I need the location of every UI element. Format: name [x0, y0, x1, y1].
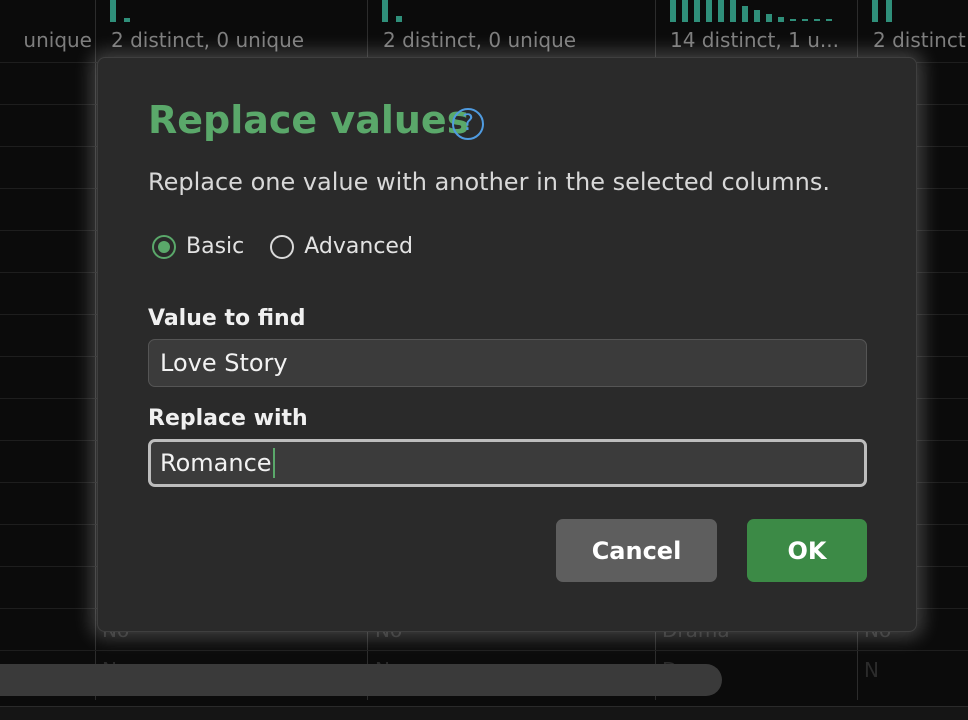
histogram-bar	[814, 19, 820, 21]
table-cell: N	[864, 658, 879, 682]
histogram-bar	[706, 0, 712, 22]
text-caret	[272, 448, 275, 478]
histogram-bar	[790, 19, 796, 21]
status-bar	[0, 706, 968, 720]
mode-radio-group: Basic Advanced	[152, 234, 439, 259]
histogram-bar	[124, 18, 130, 22]
histogram-bar	[872, 0, 878, 22]
histogram-bar	[802, 19, 808, 21]
column-histogram	[110, 0, 140, 22]
column-histogram	[382, 0, 412, 22]
replace-with-label: Replace with	[148, 406, 308, 431]
column-stat: unique	[23, 28, 92, 52]
ok-button[interactable]: OK	[747, 519, 867, 582]
histogram-bar	[778, 17, 784, 22]
column-stat: 2 distinct, 0 unique	[111, 28, 305, 52]
radio-basic[interactable]	[152, 234, 176, 259]
value-to-find-input[interactable]: Love Story	[148, 339, 867, 387]
histogram-bar	[826, 19, 832, 21]
replace-values-dialog: Replace values ? Replace one value with …	[97, 57, 917, 632]
histogram-bar	[110, 0, 116, 22]
histogram-bar	[718, 0, 724, 22]
histogram-bar	[742, 6, 748, 22]
question-circle-icon[interactable]: ?	[452, 108, 484, 140]
radio-advanced-label[interactable]: Advanced	[304, 234, 413, 259]
dialog-title: Replace values	[148, 98, 470, 142]
horizontal-scrollbar[interactable]	[0, 664, 722, 696]
cancel-button[interactable]: Cancel	[556, 519, 717, 582]
column-histogram	[872, 0, 902, 22]
histogram-bar	[670, 0, 676, 22]
histogram-bar	[766, 14, 772, 22]
histogram-bar	[396, 16, 402, 22]
replace-with-input[interactable]: Romance	[148, 439, 867, 487]
row-divider	[0, 650, 968, 651]
radio-advanced[interactable]	[270, 234, 295, 259]
replace-with-text: Romance	[160, 449, 272, 477]
histogram-bar	[694, 0, 700, 22]
histogram-bar	[886, 0, 892, 22]
column-stat: 2 distinct, 0 unique	[383, 28, 577, 52]
histogram-bar	[754, 10, 760, 22]
value-to-find-text: Love Story	[160, 349, 288, 377]
column-stat: 14 distinct, 1 u...	[670, 28, 839, 52]
histogram-bar	[382, 0, 388, 22]
column-divider	[95, 0, 96, 700]
histogram-bar	[682, 0, 688, 22]
histogram-bar	[730, 0, 736, 22]
value-to-find-label: Value to find	[148, 306, 306, 331]
column-histogram	[670, 0, 850, 22]
radio-basic-label[interactable]: Basic	[186, 234, 244, 259]
column-stat: 2 distinct	[873, 28, 966, 52]
dialog-description: Replace one value with another in the se…	[148, 168, 831, 196]
